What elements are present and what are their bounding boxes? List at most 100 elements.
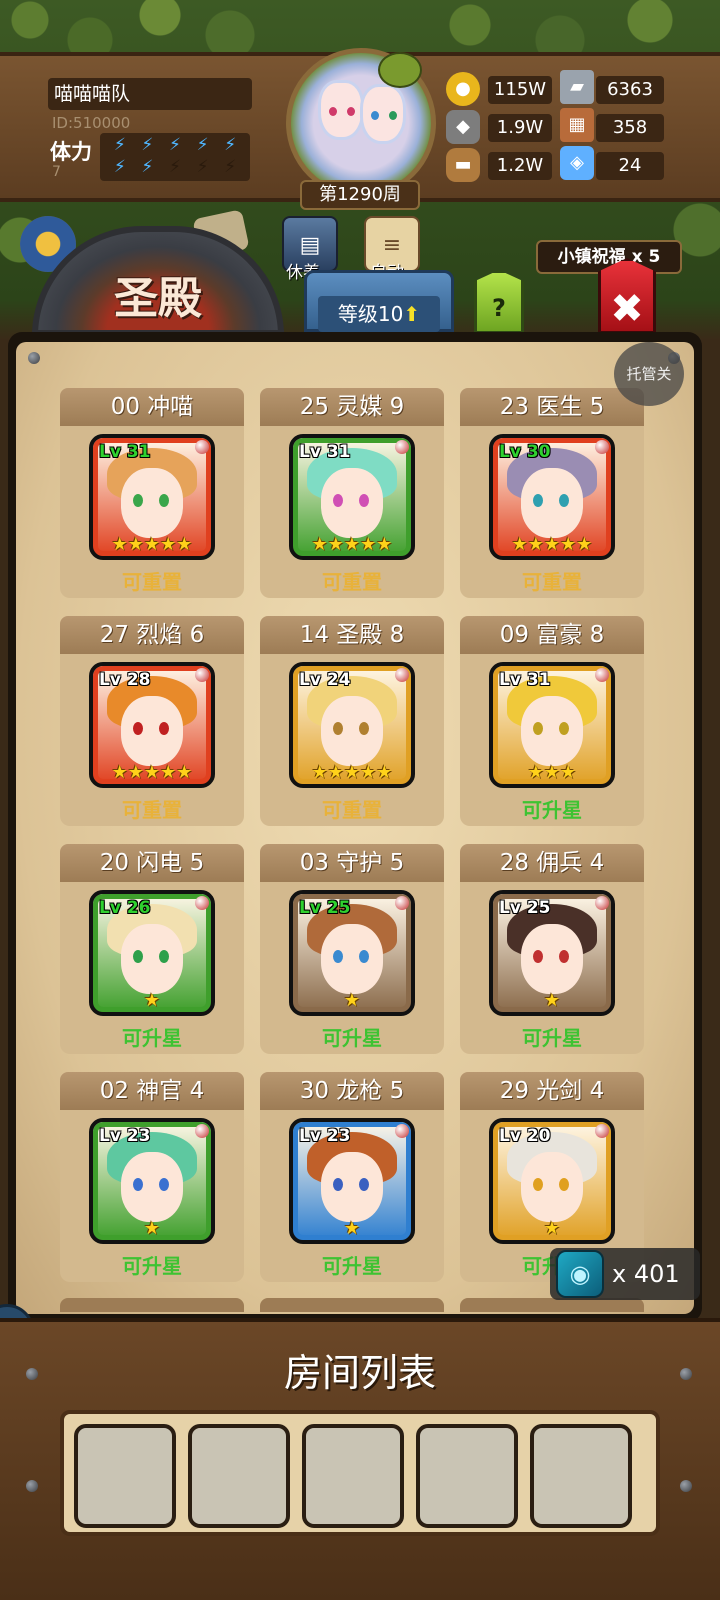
avatar-eye	[389, 111, 397, 120]
room-slot[interactable]	[74, 1424, 176, 1528]
hero-face	[521, 1152, 583, 1222]
hero-level: Lv 25	[499, 898, 551, 918]
player-name[interactable]: 喵喵喵队	[48, 78, 252, 110]
star-rating: ★	[543, 990, 561, 1011]
hero-portrait[interactable]: Lv 23 ★	[89, 1118, 215, 1244]
hero-portrait[interactable]: Lv 24 ★★★★★	[289, 662, 415, 788]
hero-portrait[interactable]: Lv 31 ★★★★★	[289, 434, 415, 560]
hero-status[interactable]: 可升星	[260, 1250, 444, 1279]
week-counter: 第1290周	[300, 180, 420, 210]
room-slot[interactable]	[302, 1424, 404, 1528]
hero-level: Lv 26	[99, 898, 151, 918]
room-list-title: 房间列表	[283, 1351, 436, 1395]
hero-eye	[333, 1178, 343, 1191]
hero-portrait[interactable]: Lv 31 ★★★★★	[89, 434, 215, 560]
red-gem-icon	[195, 440, 209, 454]
hero-status[interactable]: 可重置	[260, 566, 444, 595]
hero-face	[321, 924, 383, 994]
star-rating: ★	[343, 990, 361, 1011]
hero-portrait[interactable]: Lv 26 ★	[89, 890, 215, 1016]
hero-face	[121, 468, 183, 538]
stamina-bolt-icon: ⚡	[141, 135, 154, 155]
stamina-bolts: ⚡ ⚡ ⚡ ⚡ ⚡ ⚡ ⚡ ⚡ ⚡ ⚡	[100, 133, 250, 181]
hero-eye	[333, 722, 343, 735]
resource-iron-value: 6363	[596, 76, 664, 104]
stamina-bolt-icon: ⚡	[224, 135, 237, 155]
level-text: 等级10	[337, 302, 404, 326]
star-rating: ★★★★★	[111, 762, 193, 783]
star-rating: ★★★★★	[311, 534, 393, 555]
hero-card[interactable]: 00 冲喵 Lv 31 ★★★★★ 可重置	[60, 388, 244, 598]
hero-eye	[133, 494, 143, 507]
red-gem-icon	[595, 668, 609, 682]
hero-portrait[interactable]: Lv 28 ★★★★★	[89, 662, 215, 788]
hero-face	[521, 468, 583, 538]
help-button[interactable]: ?	[474, 270, 524, 334]
card-header-partial	[60, 1298, 244, 1312]
hero-card[interactable]: 09 富豪 8 Lv 31 ★★★ 可升星	[460, 616, 644, 826]
hero-eye	[159, 950, 169, 963]
hero-status[interactable]: 可重置	[60, 566, 244, 595]
hero-card-title: 09 富豪 8	[460, 616, 644, 654]
hero-status[interactable]: 可升星	[60, 1250, 244, 1279]
hero-card[interactable]: 20 闪电 5 Lv 26 ★ 可升星	[60, 844, 244, 1054]
hero-portrait[interactable]: Lv 25 ★	[289, 890, 415, 1016]
hero-level: Lv 31	[99, 442, 151, 462]
hero-eye	[533, 722, 543, 735]
hero-eye	[533, 1178, 543, 1191]
red-gem-icon	[195, 1124, 209, 1138]
hero-face	[521, 696, 583, 766]
hero-status[interactable]: 可升星	[260, 1022, 444, 1051]
rivet-icon	[26, 1480, 38, 1492]
hero-card[interactable]: 14 圣殿 8 Lv 24 ★★★★★ 可重置	[260, 616, 444, 826]
avatar-character-right	[360, 84, 406, 144]
hero-status[interactable]: 可重置	[460, 566, 644, 595]
hero-face	[121, 696, 183, 766]
hero-status[interactable]: 可重置	[260, 794, 444, 823]
hero-status[interactable]: 可升星	[60, 1022, 244, 1051]
cloth-icon: ▦	[560, 108, 594, 142]
hero-level: Lv 23	[99, 1126, 151, 1146]
stamina-bolt-icon: ⚡	[196, 135, 209, 155]
stamina-bolt-icon: ⚡	[169, 157, 181, 177]
hero-level: Lv 25	[299, 898, 351, 918]
hero-portrait[interactable]: Lv 30 ★★★★★	[489, 434, 615, 560]
close-button[interactable]: ✖	[598, 258, 656, 334]
hero-list[interactable]: 00 冲喵 Lv 31 ★★★★★ 可重置 25 灵媒 9 Lv 31 ★★★★★ 可重置 23…	[16, 342, 694, 1314]
hero-eye	[359, 722, 369, 735]
hero-card[interactable]: 30 龙枪 5 Lv 23 ★ 可升星	[260, 1072, 444, 1282]
auto-manage-toggle[interactable]: 托管关	[614, 342, 684, 406]
hero-card[interactable]: 23 医生 5 Lv 30 ★★★★★ 可重置	[460, 388, 644, 598]
hero-eye	[133, 950, 143, 963]
hero-card[interactable]: 03 守护 5 Lv 25 ★ 可升星	[260, 844, 444, 1054]
hero-status[interactable]: 可升星	[460, 794, 644, 823]
red-gem-icon	[195, 896, 209, 910]
star-rating: ★	[143, 1218, 161, 1239]
building-title: 圣殿	[114, 273, 202, 324]
hero-portrait[interactable]: Lv 25 ★	[489, 890, 615, 1016]
hero-status[interactable]: 可升星	[460, 1022, 644, 1051]
room-slot[interactable]	[416, 1424, 518, 1528]
room-slot[interactable]	[530, 1424, 632, 1528]
resource-crystal-value: 24	[596, 152, 664, 180]
hero-portrait[interactable]: Lv 20 ★	[489, 1118, 615, 1244]
hero-card-title: 30 龙枪 5	[260, 1072, 444, 1110]
hero-card[interactable]: 27 烈焰 6 Lv 28 ★★★★★ 可重置	[60, 616, 244, 826]
hero-eye	[559, 722, 569, 735]
hero-portrait[interactable]: Lv 31 ★★★	[489, 662, 615, 788]
wood-log-icon: ▬	[446, 148, 480, 182]
red-gem-icon	[395, 896, 409, 910]
hero-level: Lv 28	[99, 670, 151, 690]
token-icon: ◉	[556, 1250, 604, 1298]
star-rating: ★★★★★	[511, 534, 593, 555]
hero-status[interactable]: 可重置	[60, 794, 244, 823]
hero-card[interactable]: 02 神官 4 Lv 23 ★ 可升星	[60, 1072, 244, 1282]
resource-gold-value: 115W	[488, 76, 552, 104]
avatar-eye	[347, 107, 355, 116]
room-slot[interactable]	[188, 1424, 290, 1528]
hero-card-title: 03 守护 5	[260, 844, 444, 882]
hero-card[interactable]: 28 佣兵 4 Lv 25 ★ 可升星	[460, 844, 644, 1054]
hero-portrait[interactable]: Lv 23 ★	[289, 1118, 415, 1244]
hero-card[interactable]: 25 灵媒 9 Lv 31 ★★★★★ 可重置	[260, 388, 444, 598]
hero-eye	[559, 950, 569, 963]
